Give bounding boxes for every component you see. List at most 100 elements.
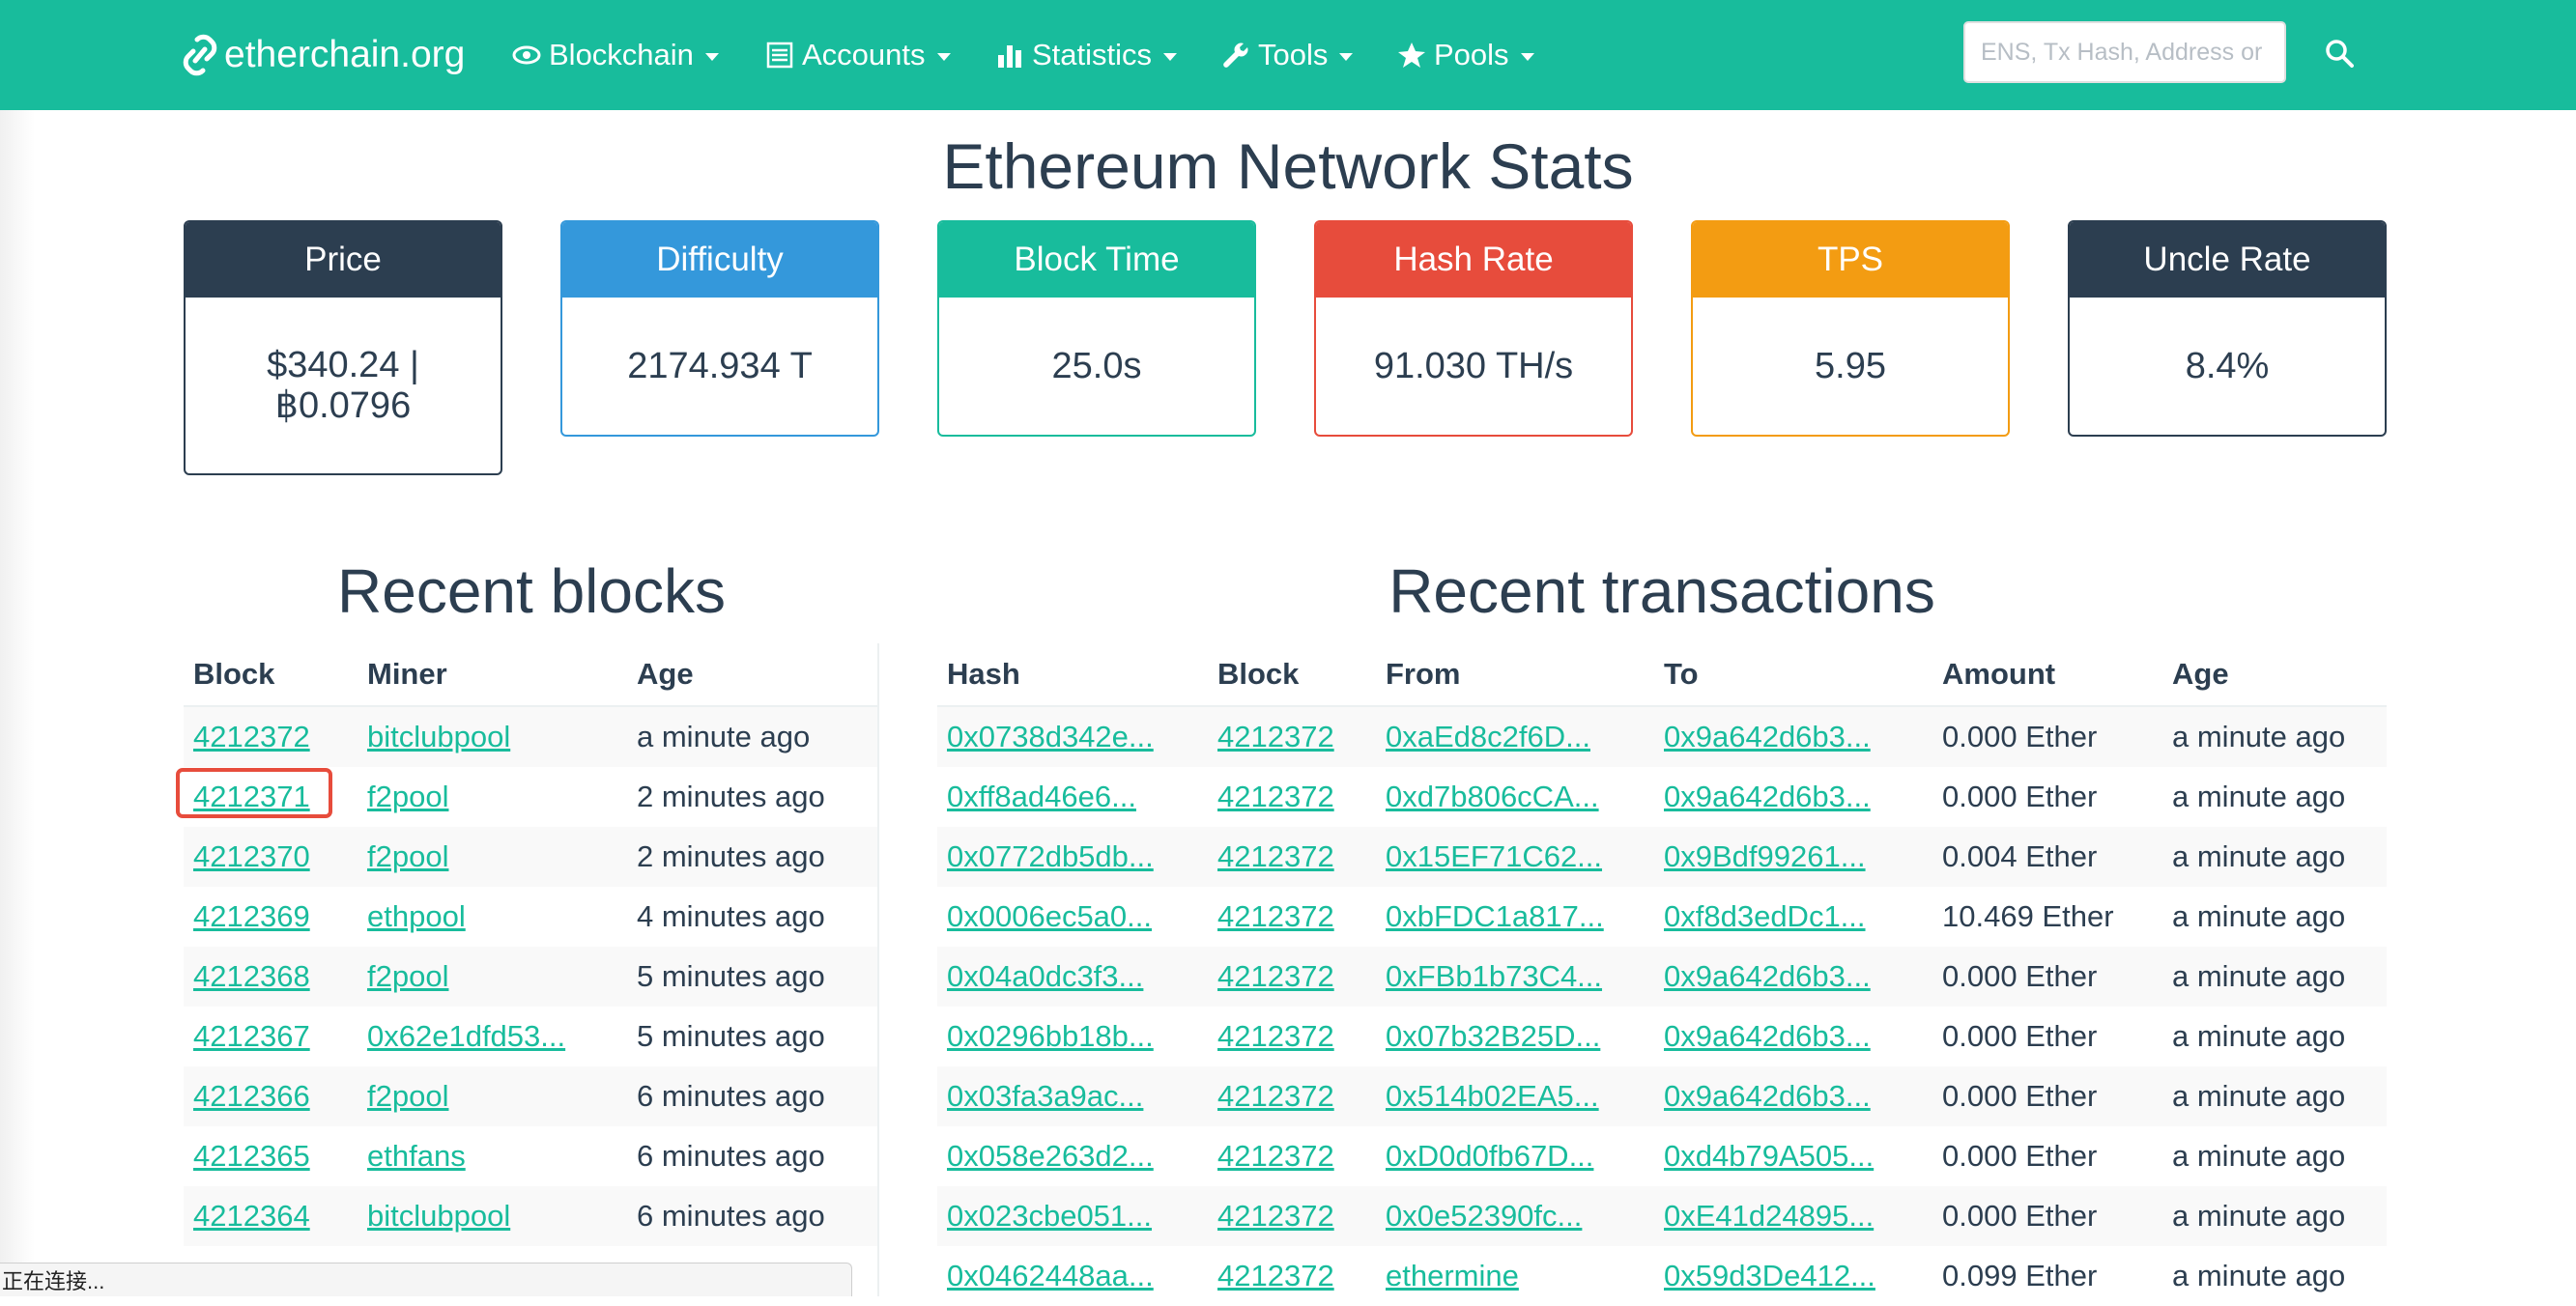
to-address-link[interactable]: 0x9a642d6b3... (1664, 1019, 1871, 1053)
list-icon (766, 42, 793, 69)
table-row: 4212366 f2pool 6 minutes ago (184, 1066, 879, 1126)
brand-name: etherchain.org (224, 34, 466, 75)
table-row: 0x0462448aa... 4212372 ethermine 0x59d3De41… (937, 1246, 2387, 1306)
stat-card-header: Difficulty (562, 222, 877, 298)
navbar: etherchain.org Blockchain Accounts Stati… (0, 0, 2576, 110)
to-address-link[interactable]: 0x9a642d6b3... (1664, 1079, 1871, 1113)
chain-link-icon (183, 34, 217, 76)
browser-status-bar: 正在连接... (0, 1263, 852, 1296)
nav-accounts[interactable]: Accounts (765, 27, 951, 83)
column-divider (877, 643, 879, 1296)
to-address-link[interactable]: 0x9Bdf99261... (1664, 839, 1866, 873)
block-link[interactable]: 4212372 (1217, 1079, 1334, 1113)
tx-hash-link[interactable]: 0x023cbe051... (947, 1199, 1152, 1233)
from-address-link[interactable]: 0x0e52390fc... (1386, 1199, 1582, 1233)
block-link[interactable]: 4212369 (193, 899, 310, 933)
block-link[interactable]: 4212367 (193, 1019, 310, 1053)
block-link[interactable]: 4212368 (193, 959, 310, 993)
from-address-link[interactable]: 0x15EF71C62... (1386, 839, 1602, 873)
to-address-link[interactable]: 0xf8d3edDc1... (1664, 899, 1866, 933)
block-link[interactable]: 4212372 (193, 720, 310, 753)
block-link[interactable]: 4212372 (1217, 720, 1334, 753)
to-address-link[interactable]: 0x9a642d6b3... (1664, 780, 1871, 813)
from-address-link[interactable]: 0xaEd8c2f6D... (1386, 720, 1590, 753)
tx-hash-link[interactable]: 0x0772db5db... (947, 839, 1154, 873)
block-link[interactable]: 4212364 (193, 1199, 310, 1233)
table-cell: 0xE41d24895... (1654, 1186, 1932, 1246)
miner-link[interactable]: bitclubpool (367, 720, 510, 753)
miner-link[interactable]: f2pool (367, 839, 448, 873)
tx-hash-link[interactable]: 0x03fa3a9ac... (947, 1079, 1143, 1113)
block-link[interactable]: 4212370 (193, 839, 310, 873)
table-cell: 10.469 Ether (1932, 887, 2162, 947)
brand-logo[interactable]: etherchain.org (182, 27, 465, 83)
column-header-to: To (1654, 643, 1932, 707)
tx-hash-link[interactable]: 0x0006ec5a0... (947, 899, 1152, 933)
miner-link[interactable]: 0x62e1dfd53... (367, 1019, 565, 1053)
tx-hash-link[interactable]: 0x04a0dc3f3... (947, 959, 1143, 993)
stat-card-header: Price (186, 222, 501, 298)
block-link[interactable]: 4212372 (1217, 1019, 1334, 1053)
tx-hash-link[interactable]: 0x058e263d2... (947, 1139, 1154, 1173)
table-cell: 4212372 (1208, 1186, 1376, 1246)
column-header-block: Block (1208, 643, 1376, 707)
from-address-link[interactable]: 0x514b02EA5... (1386, 1079, 1599, 1113)
from-address-link[interactable]: 0xFBb1b73C4... (1386, 959, 1602, 993)
stat-card-value: 91.030 TH/s (1373, 346, 1574, 386)
bar-chart-icon (998, 45, 1021, 68)
tx-hash-link[interactable]: 0xff8ad46e6... (947, 780, 1136, 813)
miner-link[interactable]: f2pool (367, 780, 448, 813)
stat-card-header: Block Time (939, 222, 1254, 298)
block-link[interactable]: 4212366 (193, 1079, 310, 1113)
miner-link[interactable]: ethpool (367, 899, 466, 933)
tx-hash-link[interactable]: 0x0738d342e... (947, 720, 1154, 753)
table-cell: a minute ago (2162, 947, 2387, 1007)
miner-link[interactable]: bitclubpool (367, 1199, 510, 1233)
miner-link[interactable]: f2pool (367, 959, 448, 993)
stat-card-value: 2174.934 T (627, 346, 813, 386)
block-link[interactable]: 4212372 (1217, 1259, 1334, 1292)
from-address-link[interactable]: ethermine (1386, 1259, 1519, 1292)
tx-hash-link[interactable]: 0x0462448aa... (947, 1259, 1154, 1292)
table-cell: 0xd4b79A505... (1654, 1126, 1932, 1186)
block-link[interactable]: 4212372 (1217, 899, 1334, 933)
block-link[interactable]: 4212372 (1217, 780, 1334, 813)
block-link[interactable]: 4212372 (1217, 959, 1334, 993)
table-cell: 5 minutes ago (627, 947, 879, 1007)
table-cell: 4212372 (184, 706, 358, 767)
table-cell: 0x0462448aa... (937, 1246, 1208, 1306)
block-link[interactable]: 4212372 (1217, 1199, 1334, 1233)
from-address-link[interactable]: 0x07b32B25D... (1386, 1019, 1600, 1053)
block-link[interactable]: 4212372 (1217, 839, 1334, 873)
search-button[interactable] (2317, 31, 2361, 75)
block-link[interactable]: 4212372 (1217, 1139, 1334, 1173)
to-address-link[interactable]: 0xE41d24895... (1664, 1199, 1874, 1233)
nav-statistics[interactable]: Statistics (995, 27, 1178, 83)
miner-link[interactable]: f2pool (367, 1079, 448, 1113)
search-input[interactable] (1963, 21, 2286, 83)
nav-pools[interactable]: Pools (1397, 27, 1534, 83)
from-address-link[interactable]: 0xD0d0fb67D... (1386, 1139, 1593, 1173)
column-header-from: From (1376, 643, 1654, 707)
table-cell: 0x9a642d6b3... (1654, 1066, 1932, 1126)
table-cell: 0.000 Ether (1932, 1186, 2162, 1246)
to-address-link[interactable]: 0xd4b79A505... (1664, 1139, 1874, 1173)
to-address-link[interactable]: 0x59d3De412... (1664, 1259, 1875, 1292)
column-header-hash: Hash (937, 643, 1208, 707)
block-link[interactable]: 4212365 (193, 1139, 310, 1173)
from-address-link[interactable]: 0xbFDC1a817... (1386, 899, 1604, 933)
to-address-link[interactable]: 0x9a642d6b3... (1664, 959, 1871, 993)
miner-link[interactable]: ethfans (367, 1139, 466, 1173)
table-cell: 4212365 (184, 1126, 358, 1186)
nav-tools[interactable]: Tools (1221, 27, 1354, 83)
table-cell: a minute ago (2162, 767, 2387, 827)
nav-tools-label: Tools (1258, 38, 1329, 71)
tx-hash-link[interactable]: 0x0296bb18b... (947, 1019, 1154, 1053)
from-address-link[interactable]: 0xd7b806cCA... (1386, 780, 1599, 813)
caret-down-icon (936, 53, 951, 61)
column-header-miner: Miner (358, 643, 627, 707)
to-address-link[interactable]: 0x9a642d6b3... (1664, 720, 1871, 753)
age-text: a minute ago (2172, 720, 2346, 753)
nav-blockchain[interactable]: Blockchain (512, 27, 719, 83)
table-cell: 4212372 (1208, 947, 1376, 1007)
